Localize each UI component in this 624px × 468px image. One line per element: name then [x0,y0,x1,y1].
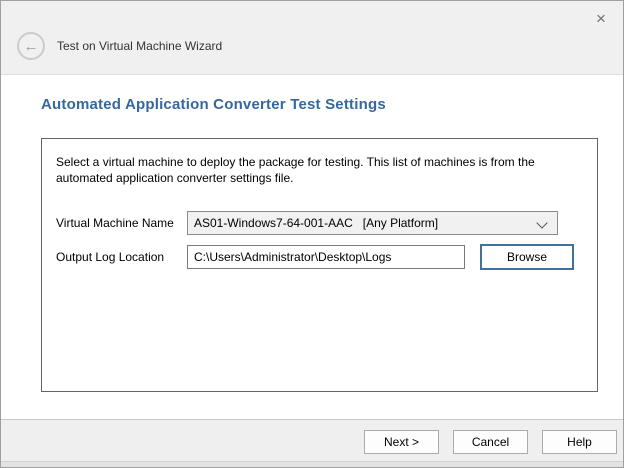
log-location-input[interactable] [187,245,465,269]
chevron-down-icon [536,217,547,228]
button-bar: Next > Cancel Help [1,419,623,467]
cancel-button-label: Cancel [472,435,509,449]
back-arrow-icon: ← [24,39,39,54]
next-button[interactable]: Next > [364,430,439,454]
description-text: Select a virtual machine to deploy the p… [56,154,584,186]
browse-button-label: Browse [507,250,547,264]
vm-name-value: AS01-Windows7-64-001-AAC [Any Platform] [194,216,438,230]
vm-name-label: Virtual Machine Name [56,216,174,230]
log-location-label: Output Log Location [56,250,164,264]
cancel-button[interactable]: Cancel [453,430,528,454]
window-bottom-edge [1,461,623,467]
wizard-dialog: ← Test on Virtual Machine Wizard × Autom… [0,0,624,468]
help-button-label: Help [567,435,592,449]
close-icon: × [596,10,606,27]
browse-button[interactable]: Browse [480,244,574,270]
help-button[interactable]: Help [542,430,617,454]
page-title: Automated Application Converter Test Set… [41,96,386,113]
vm-name-dropdown[interactable]: AS01-Windows7-64-001-AAC [Any Platform] [187,211,558,235]
wizard-title: Test on Virtual Machine Wizard [57,39,222,53]
back-button[interactable]: ← [17,32,45,60]
title-bar: ← Test on Virtual Machine Wizard × [1,1,623,75]
next-button-label: Next > [384,435,419,449]
settings-group-box: Select a virtual machine to deploy the p… [41,138,598,392]
close-button[interactable]: × [587,5,615,31]
